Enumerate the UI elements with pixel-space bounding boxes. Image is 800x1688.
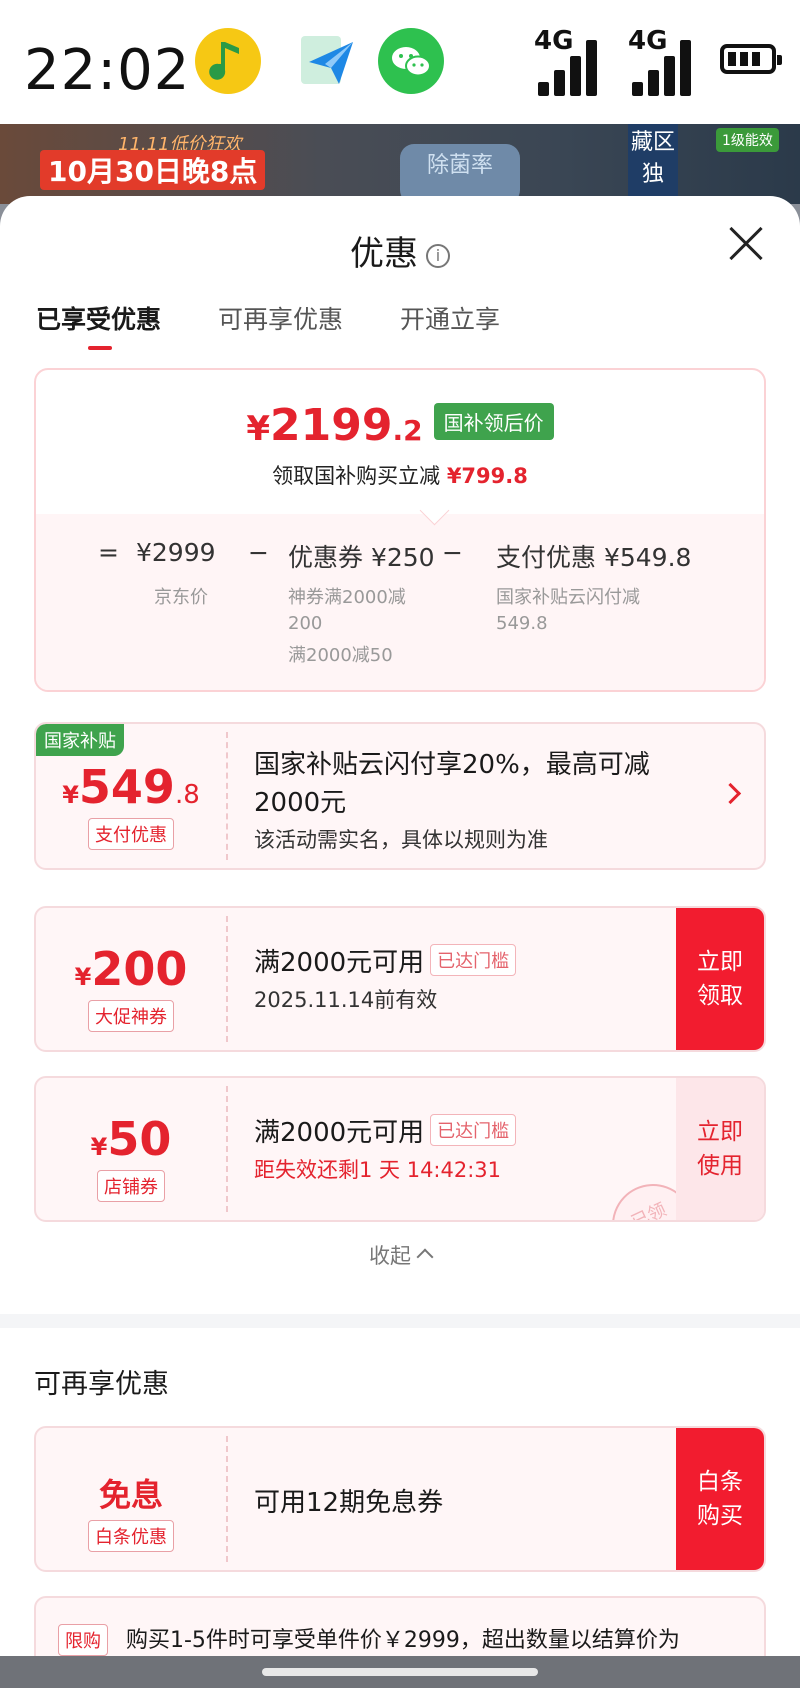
section-separator [0,1314,800,1328]
subsidy-price-tag: 国补领后价 [433,403,554,440]
coupon-type-label: 支付优惠 [88,818,174,850]
banner-feature-text: 除菌率 [400,144,520,204]
limit-text: 购买1-5件时可享受单件价￥2999，超出数量以结算价为 [126,1628,680,1653]
energy-badge: 1级能效 [716,128,779,152]
jd-price-label: 京东价 [154,587,208,608]
coupon-type: 支付优惠 [36,818,226,850]
sheet-header: 优惠 i [0,226,800,275]
home-indicator[interactable] [262,1668,538,1676]
threshold-reached-badge: 已达门槛 [430,1114,517,1146]
close-button[interactable] [726,224,766,264]
threshold-reached-badge: 已达门槛 [430,944,517,976]
coupon-type: 店铺券 [36,1170,226,1202]
coupon-description: 国家补贴云闪付享20%，最高可减 [254,750,650,780]
claim-coupon-button[interactable]: 立即 领取 [676,908,764,1050]
tab-indicator [88,346,112,350]
savings-text: 领取国补购买立减 [272,464,441,488]
limit-tag: 限购 [58,1624,108,1656]
banner-date-text: 10月30日晚8点 [40,150,266,190]
divider [226,732,228,860]
interest-free-card: 免息 白条优惠 可用12期免息券 白条 购买 [34,1426,766,1572]
network-type: 4G [628,26,668,56]
savings-amount: ¥799.8 [446,464,528,488]
coupon-amount: ¥200 [36,942,226,996]
coupon-condition-text: 满2000元可用 [254,1118,425,1148]
coupon-condition: 满2000元可用 已达门槛 [254,1112,517,1149]
store-coupon-card: ¥50 店铺券 满2000元可用 已达门槛 距失效还剩1 天 14:42:31 已… [34,1076,766,1222]
coupon-type: 白条优惠 [36,1520,226,1552]
coupon-description: 可用12期免息券 [254,1488,444,1518]
network-type: 4G [534,26,574,56]
coupon-condition: 满2000元可用 已达门槛 [254,942,517,979]
equals-sign: = [98,538,119,567]
coupon-description: 2000元 [254,788,347,818]
banner-side-text: 藏区独 [628,124,678,204]
coupon-total: 优惠券 ¥250 [288,543,435,572]
discount-sheet: 优惠 i 已享受优惠 可再享优惠 开通立享 ¥2199.2 国补领后价 领取国补购… [0,196,800,1688]
price-decimal: .2 [392,414,423,447]
signal-icon: 4G [628,26,704,96]
amount-integer: 200 [91,942,188,996]
coupon-validity: 2025.11.14前有效 [254,988,438,1012]
subsidy-tag: 国家补贴 [36,724,124,756]
currency-symbol: ¥ [246,409,270,449]
chevron-right-icon[interactable] [719,782,742,805]
tab-available[interactable]: 可再享优惠 [218,300,343,336]
divider [226,1086,228,1212]
collapse-button[interactable]: 收起 [0,1240,800,1270]
signal-icon: 4G [534,26,610,96]
divider [226,1436,228,1562]
subsidy-coupon-card[interactable]: 国家补贴 ¥549.8 支付优惠 国家补贴云闪付享20%，最高可减 2000元 … [34,722,766,870]
wechat-icon [378,28,444,94]
payment-discount-total: 支付优惠 ¥549.8 [496,543,692,572]
battery-icon [720,44,782,74]
coupon-amount: ¥50 [36,1112,226,1166]
minus-sign: − [442,538,463,567]
coupon-type: 大促神券 [36,1000,226,1032]
payment-detail: 549.8 [496,613,548,634]
coupon-type-label: 白条优惠 [88,1520,174,1552]
final-price: ¥2199.2 国补领后价 [36,400,764,451]
chevron-up-icon [416,1248,434,1266]
coupon-amount: ¥549.8 [36,760,226,814]
amount-integer: 549 [78,760,175,814]
savings-line: 领取国补购买立减 ¥799.8 [36,460,764,490]
collapse-label: 收起 [369,1244,411,1268]
promo-coupon-card: ¥200 大促神券 满2000元可用 已达门槛 2025.11.14前有效 立即领… [34,906,766,1052]
sheet-title: 优惠 [350,234,418,274]
send-app-icon [295,28,361,94]
currency-symbol: ¥ [74,963,92,991]
section-title: 可再享优惠 [34,1369,169,1400]
payment-detail: 国家补贴云闪付减 [496,587,640,608]
product-banner: 11.11低价狂欢 10月30日晚8点 除菌率 藏区独 1级能效 [0,124,800,204]
currency-symbol: ¥ [62,781,79,809]
coupon-detail: 200 [288,613,323,634]
music-app-icon [195,28,261,94]
currency-symbol: ¥ [90,1133,108,1161]
baitiao-buy-button[interactable]: 白条 购买 [676,1428,764,1570]
status-bar: 22:02 4G 4G [0,0,800,124]
amount-integer: 50 [107,1112,172,1166]
tab-enjoyed[interactable]: 已享受优惠 [36,300,161,336]
jd-price: ¥2999 [136,538,216,567]
tab-open[interactable]: 开通立享 [400,300,500,336]
clock: 22:02 [24,38,191,103]
coupon-note: 该活动需实名，具体以规则为准 [254,828,548,852]
coupon-type-label: 店铺券 [97,1170,165,1202]
expiry-countdown: 距失效还剩1 天 14:42:31 [254,1158,502,1182]
coupon-type-label: 大促神券 [88,1000,174,1032]
minus-sign: − [248,538,269,567]
divider [226,916,228,1042]
coupon-condition-text: 满2000元可用 [254,948,425,978]
price-summary-card: ¥2199.2 国补领后价 领取国补购买立减 ¥799.8 = ¥2999 − … [34,368,766,692]
price-integer: 2199 [269,400,393,451]
use-coupon-button[interactable]: 立即 使用 [676,1078,764,1220]
coupon-detail: 满2000减50 [288,645,393,666]
info-icon[interactable]: i [426,244,450,268]
amount-decimal: .8 [174,780,200,810]
interest-free-label: 免息 [98,1476,163,1514]
coupon-detail: 神券满2000减 [288,587,406,608]
coupon-amount: 免息 [36,1470,226,1516]
